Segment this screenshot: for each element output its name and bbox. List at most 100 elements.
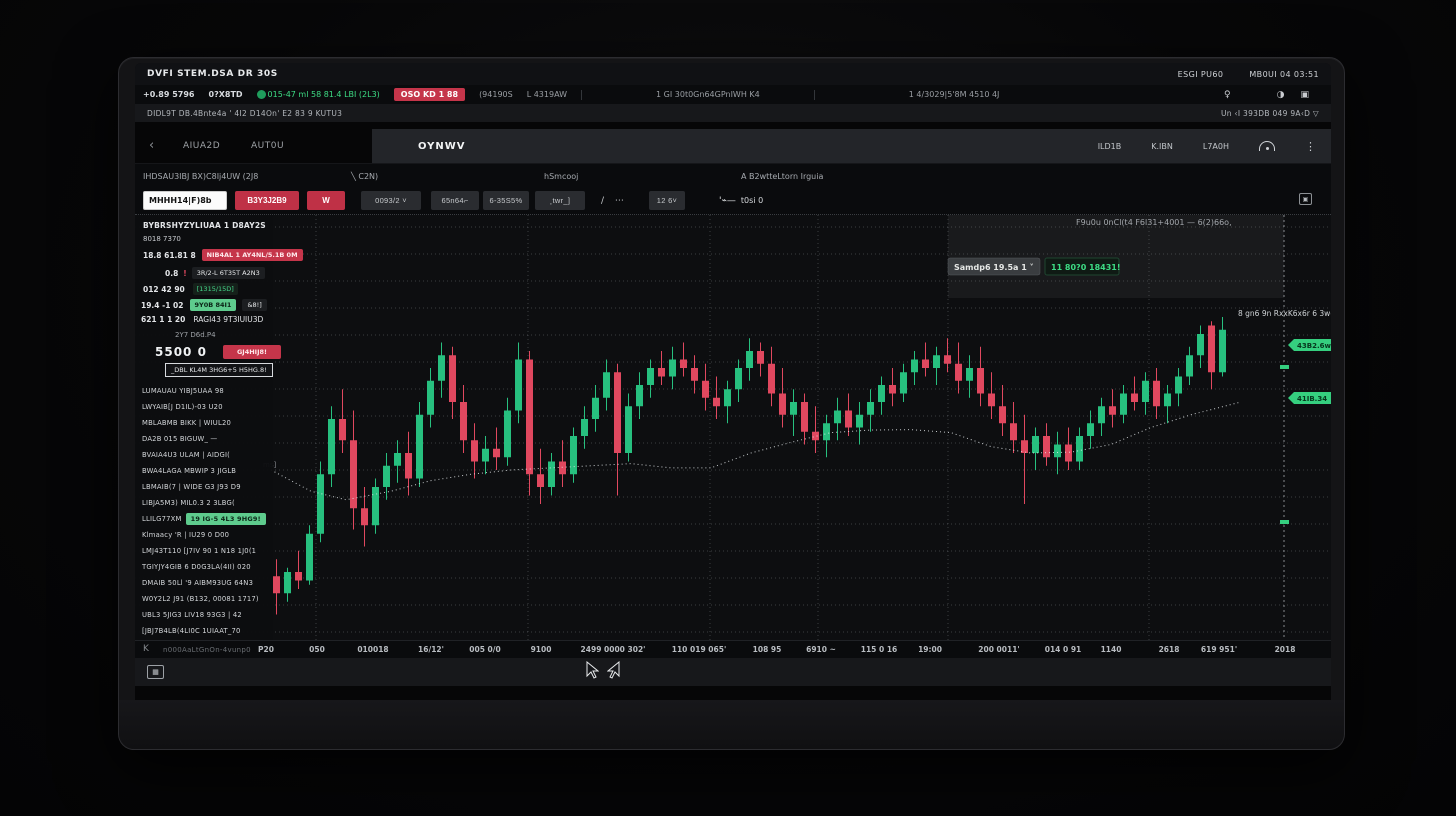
divider — [814, 90, 815, 100]
layout-panel-icon[interactable]: ▣ — [1300, 90, 1309, 100]
orderpanel-submit-button[interactable]: GJ4HIJ8! — [223, 345, 281, 359]
candle-body — [1010, 423, 1017, 440]
kebab-menu-icon[interactable]: ⋮ — [1305, 140, 1317, 153]
candle-body — [658, 368, 665, 377]
tab-link-1[interactable]: ILD1B — [1098, 142, 1122, 151]
candle-body — [284, 572, 291, 593]
orderpanel-r1-red-badge[interactable]: NIB4AL 1 AY4NL/5.1B 0M — [202, 249, 303, 261]
candle-body — [515, 360, 522, 411]
time-tick-label: 16/12' — [418, 645, 444, 654]
candle-body — [900, 372, 907, 393]
candle-body — [559, 462, 566, 475]
status-right-text[interactable]: Un ‹I 393DB 049 9A‹D ▽ — [1221, 109, 1319, 118]
candle-body — [526, 360, 533, 475]
candle-body — [680, 360, 687, 369]
orderpanel-r4-green-badge[interactable]: 9Y0B 84I1 — [190, 299, 237, 311]
list-item[interactable]: LIBJA5M3) MIL0.3 2 3LBG( — [135, 495, 273, 511]
candle-body — [1054, 445, 1061, 458]
tab-1[interactable]: AIUA2D — [183, 129, 220, 163]
candle-body — [955, 364, 962, 381]
candle-body — [625, 406, 632, 453]
list-item[interactable]: MBLABMB BIKK | WIUL20 — [135, 415, 273, 431]
list-item[interactable]: W0Y2L2 J91 (B132, 00081 1717) — [135, 591, 273, 607]
list-item[interactable]: Klmaacy 'R | IU29 0 D00 — [135, 527, 273, 543]
indicator-legend-label[interactable]: t0si 0 — [741, 196, 763, 205]
candle-body — [933, 355, 940, 368]
list-item[interactable]: LLILG77XM19 IG-5 4L3 9HG9! — [135, 511, 273, 527]
tab-2[interactable]: AUT0U — [251, 129, 284, 163]
candle-body — [768, 364, 775, 394]
gauge-icon[interactable] — [1259, 141, 1275, 151]
list-item-label: LWYAIB[J D1IL)-03 U20 — [142, 403, 223, 411]
sub-bar: IHDSAU3IBJ BX)C8Ij4UW (2J8 ╲ C2N) hSmcoo… — [135, 163, 1331, 187]
toolbar-button-4[interactable]: ¸twr_] — [535, 191, 585, 210]
list-item[interactable]: DMAIB 50Ll '9 AIBM93UG 64N3 — [135, 575, 273, 591]
list-item[interactable]: BWA4LAGA MBWIP 3 JIGLB — [135, 463, 273, 479]
list-item-label: Klmaacy 'R | IU29 0 D00 — [142, 531, 229, 539]
divider — [135, 122, 1331, 129]
tab-active[interactable]: OYNWV — [418, 129, 466, 163]
time-tick-label: P20 — [258, 645, 274, 654]
orderpanel-boxed-input[interactable]: _DBL KL4M 3HG6+5 H5HG.8! — [165, 363, 273, 377]
interval-dropdown[interactable]: 0093/2 ˅ — [361, 191, 421, 210]
list-item[interactable]: TGIYJY4GIB 6 D0G3LA(4II) 020 — [135, 559, 273, 575]
screenshot-icon[interactable]: ▣ — [1299, 193, 1312, 205]
orderpanel-subtext: 8018 7370 — [143, 235, 443, 243]
price-label-text: 43B2.6w — [1297, 342, 1331, 350]
orderpanel-r1-label: 18.8 61.81 8 — [143, 251, 196, 260]
list-item[interactable]: DA2B 015 BIGUW_ — — [135, 431, 273, 447]
candle-body — [823, 423, 830, 440]
orderpanel-r3-green-tag[interactable]: [1315/15D] — [193, 283, 238, 295]
sample-badge-light-label: Samdp6 19.5a 1 ˅ — [954, 263, 1034, 272]
chart-style-icon[interactable]: ▦ — [147, 665, 164, 679]
list-item[interactable]: [JBJ7B4LB(4LI0C 1UIAAT_70 — [135, 623, 273, 639]
candle-body — [867, 402, 874, 415]
toolbar-button-5[interactable]: 12 6˅ — [649, 191, 685, 210]
status-dot-icon — [257, 90, 266, 99]
titlebar-menu-item[interactable]: ESGI PU60 — [1178, 70, 1224, 79]
tab-link-3[interactable]: L7A0H — [1203, 142, 1229, 151]
candle-body — [713, 398, 720, 407]
theme-toggle-icon[interactable]: ◑ — [1277, 90, 1285, 100]
buy-mini-button[interactable]: W — [307, 191, 345, 210]
candle-body — [911, 360, 918, 373]
candle-body — [1186, 355, 1193, 376]
candle-body — [812, 432, 819, 441]
list-item[interactable]: LWYAIB[J D1IL)-03 U20 — [135, 399, 273, 415]
time-tick-label: 619 951' — [1201, 645, 1237, 654]
quantity-input[interactable]: MHHH14|F)8b — [143, 191, 227, 210]
candle-body — [779, 394, 786, 415]
list-item[interactable]: LBMAIB(7 | WIDE G3 J93 D9 — [135, 479, 273, 495]
back-chevron-icon[interactable]: ‹ — [149, 138, 154, 153]
orderpanel-r4-label: 19.4 -1 02 — [141, 301, 184, 310]
list-item[interactable]: UBL3 5JIG3 LIV18 93G3 | 42 — [135, 607, 273, 623]
list-item-green-badge[interactable]: 19 IG-5 4L3 9HG9! — [186, 513, 266, 525]
list-item[interactable]: LMJ43T110 [J7IV 90 1 N18 1J0(1 — [135, 543, 273, 559]
candle-body — [449, 355, 456, 402]
candle-body — [1208, 326, 1215, 373]
monitor-chin — [119, 700, 1344, 749]
pin-icon[interactable]: ♀ — [1224, 90, 1231, 100]
list-item[interactable]: BVAIA4U3 ULAM | AIDGI( — [135, 447, 273, 463]
list-item[interactable]: LUMAUAU YIBJ5UAA 98 — [135, 383, 273, 399]
toolbar-button-2[interactable]: 65n64⌐ — [431, 191, 479, 210]
candle-body — [746, 351, 753, 368]
left-sidebar: BYBRSHYZYLIUAA 1 D8AY2S 8018 7370 18.8 6… — [135, 215, 273, 640]
candle-body — [647, 368, 654, 385]
drawing-tools-icon[interactable]: ∕ ⋯ — [601, 191, 628, 210]
candle-body — [1153, 381, 1160, 407]
orderpanel-r2-tag[interactable]: 3R/2-L 6T35T A2N3 — [192, 267, 265, 279]
toolbar-button-3[interactable]: 6-35S5% — [483, 191, 529, 210]
crosshair-marker — [1280, 520, 1289, 524]
time-axis[interactable]: K n000AaLtGnOn-4vunp0 P2005001001816/12'… — [135, 640, 1331, 658]
candle-body — [988, 394, 995, 407]
tab-link-2[interactable]: K.IBN — [1151, 142, 1173, 151]
orderpanel-r4-tag: &8!] — [242, 299, 266, 311]
sell-button[interactable]: B3Y3J2B9 — [235, 191, 299, 210]
draw-tool-label[interactable]: ╲ C2N) — [351, 172, 378, 181]
orderpanel-r5-text: RAGI43 9T3IUIU3D — [193, 315, 263, 324]
monitor-frame: DVFI STEM.DSA DR 30S ESGI PU60 MB0UI 04 … — [118, 57, 1345, 750]
quote-red-badge[interactable]: OSO KD 1 88 — [394, 88, 465, 101]
chart-area[interactable]: F9u0u 0nCl(t4 F6l31+4001 — 6(2)66o,8 gn6… — [135, 215, 1331, 640]
list-item-label: LBMAIB(7 | WIDE G3 J93 D9 — [142, 483, 241, 491]
